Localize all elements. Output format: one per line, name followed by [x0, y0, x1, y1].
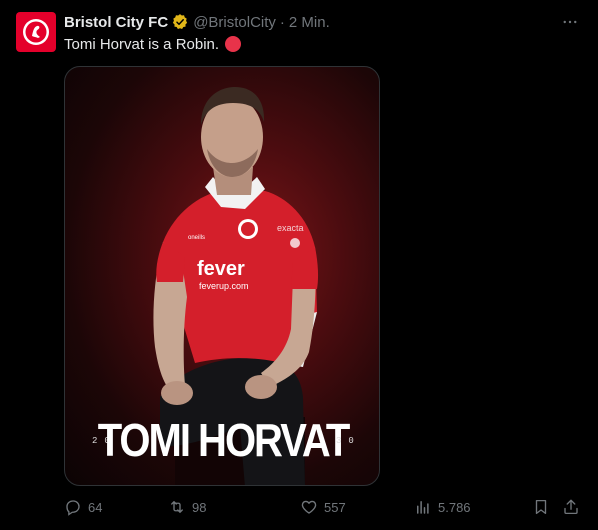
tweet-text: Tomi Horvat is a Robin. [64, 34, 242, 54]
account-handle[interactable]: @BristolCity [193, 14, 276, 31]
tweet-media-image[interactable]: fever feverup.com exacta oneills 20 TOMI… [64, 66, 380, 486]
media-title: TOMI HORVAT [97, 415, 351, 467]
action-bar: 64 98 557 5.786 [64, 496, 584, 518]
views-button[interactable]: 5.786 [414, 496, 471, 518]
retweet-button[interactable]: 98 [168, 496, 206, 518]
sponsor-main: fever [197, 258, 245, 280]
kit-brand: oneills [188, 235, 205, 241]
sleeve-sponsor: exacta [277, 223, 304, 233]
separator-dot: · [279, 13, 285, 31]
club-crest-icon [23, 19, 49, 45]
year-right: 30 [336, 436, 361, 446]
red-circle-emoji [225, 36, 242, 52]
tweet-text-content: Tomi Horvat is a Robin. [64, 35, 220, 53]
views-icon [417, 501, 429, 514]
bookmark-button[interactable] [532, 496, 556, 518]
retweet-count: 98 [192, 499, 207, 515]
reply-button[interactable]: 64 [64, 496, 102, 518]
account-name[interactable]: Bristol City FC [64, 14, 168, 31]
timestamp[interactable]: 2 Min. [289, 14, 330, 31]
more-icon[interactable] [558, 10, 582, 34]
share-button[interactable] [562, 496, 586, 518]
like-button[interactable]: 557 [300, 496, 346, 518]
retweet-icon [171, 501, 183, 513]
reply-count: 64 [88, 499, 103, 515]
like-count: 557 [324, 499, 346, 515]
share-icon [564, 499, 578, 515]
tweet[interactable]: Bristol City FC @BristolCity · 2 Min. To… [0, 0, 598, 530]
verified-badge-icon [171, 13, 189, 31]
tweet-header: Bristol City FC @BristolCity · 2 Min. [64, 12, 330, 32]
views-count: 5.786 [438, 499, 471, 515]
reply-icon [66, 500, 80, 516]
sponsor-sub: feverup.com [199, 281, 249, 291]
bookmark-icon [535, 499, 547, 515]
avatar[interactable] [16, 12, 56, 52]
like-icon [301, 500, 317, 514]
